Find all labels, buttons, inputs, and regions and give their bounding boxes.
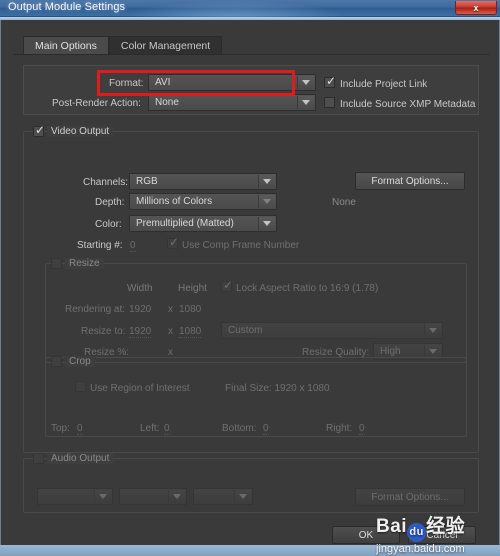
format-dropdown[interactable]: AVI: [148, 74, 316, 91]
rendering-at-label: Rendering at:: [65, 304, 126, 315]
resize-quality-value: High: [380, 346, 401, 357]
audio-format-options-label: Format Options...: [371, 491, 449, 503]
audio-output-group-label: Audio Output: [47, 453, 114, 464]
chevron-down-icon: [297, 96, 314, 109]
channels-dropdown[interactable]: RGB: [129, 173, 277, 190]
tab-main-options[interactable]: Main Options: [23, 36, 109, 55]
check-icon: ✓: [326, 74, 337, 88]
format-dropdown-value: AVI: [155, 77, 171, 88]
chevron-down-icon: [94, 490, 111, 503]
chevron-down-icon: [258, 217, 275, 230]
crop-left-value[interactable]: 0: [164, 423, 170, 435]
lock-aspect-ratio-label: Lock Aspect Ratio to 16:9 (1.78): [236, 283, 379, 294]
check-icon: ✓: [35, 123, 46, 137]
crop-top-label: Top:: [51, 423, 70, 434]
audio-rate-dropdown[interactable]: [37, 488, 113, 505]
resize-group-label: Resize: [65, 258, 104, 269]
close-button[interactable]: x: [455, 1, 497, 15]
output-module-settings-dialog: Main Options Color Management Format: AV…: [0, 20, 500, 545]
chevron-down-icon: [424, 324, 441, 337]
crop-bottom-value[interactable]: 0: [263, 423, 269, 435]
chevron-down-icon: [258, 195, 275, 208]
include-source-xmp-checkbox[interactable]: [324, 97, 335, 108]
audio-output-checkbox[interactable]: [33, 453, 44, 464]
use-region-of-interest-checkbox[interactable]: [75, 381, 86, 392]
resize-to-height[interactable]: 1080: [179, 326, 202, 338]
post-render-action-label: Post-Render Action:: [52, 98, 141, 109]
format-panel: Format: AVI Post-Render Action: None ✓ I…: [23, 65, 479, 115]
check-icon: ✓: [169, 235, 180, 249]
tab-main-options-label: Main Options: [35, 39, 97, 52]
cancel-button[interactable]: Cancel: [408, 526, 476, 544]
use-region-of-interest-label: Use Region of Interest: [90, 383, 190, 394]
close-icon: x: [473, 2, 479, 13]
check-icon: ✓: [223, 278, 234, 292]
lock-aspect-ratio-checkbox[interactable]: ✓: [221, 278, 234, 292]
aero-glow: [120, 0, 350, 17]
post-render-action-value: None: [155, 97, 179, 108]
rendering-at-height: 1080: [179, 304, 202, 315]
rendering-at-x: x: [168, 304, 173, 315]
audio-channels-dropdown[interactable]: [193, 488, 253, 505]
screenshot-root: Output Module Settings x Main Options Co…: [0, 0, 500, 556]
crop-top-value[interactable]: 0: [77, 423, 83, 435]
video-output-checkbox[interactable]: ✓: [33, 123, 46, 137]
color-label: Color:: [95, 219, 122, 230]
ok-button[interactable]: OK: [332, 526, 400, 544]
tab-underline: [13, 54, 489, 55]
chevron-down-icon: [234, 490, 251, 503]
tab-color-management-label: Color Management: [120, 39, 211, 52]
channels-label: Channels:: [83, 177, 129, 188]
ok-button-label: OK: [358, 529, 374, 541]
include-project-link-checkbox[interactable]: ✓: [324, 74, 337, 88]
chevron-down-icon: [258, 175, 275, 188]
channels-dropdown-value: RGB: [136, 176, 158, 187]
resize-width-header: Width: [127, 283, 153, 294]
video-format-options-status: None: [332, 197, 356, 208]
final-size-label: Final Size: 1920 x 1080: [225, 383, 330, 394]
tab-color-management[interactable]: Color Management: [108, 36, 223, 55]
crop-right-label: Right:: [326, 423, 353, 434]
cancel-button-label: Cancel: [426, 529, 458, 541]
audio-format-options-button[interactable]: Format Options...: [355, 488, 465, 506]
audio-depth-dropdown[interactable]: [119, 488, 187, 505]
color-dropdown-value: Premultiplied (Matted): [136, 218, 234, 229]
window-bottom-strip: [0, 545, 500, 556]
video-format-options-label: Format Options...: [371, 175, 449, 187]
use-comp-frame-number-label: Use Comp Frame Number: [182, 240, 300, 251]
resize-preset-value: Custom: [228, 325, 263, 336]
resize-to-label: Resize to:: [81, 326, 126, 337]
depth-dropdown[interactable]: Millions of Colors: [129, 193, 277, 210]
video-format-options-button[interactable]: Format Options...: [355, 172, 465, 190]
window-titlebar: Output Module Settings x: [0, 0, 500, 17]
include-source-xmp-label: Include Source XMP Metadata: [340, 99, 476, 110]
window-title: Output Module Settings: [8, 1, 126, 13]
crop-checkbox[interactable]: [51, 356, 62, 367]
starting-number-value[interactable]: 0: [130, 240, 136, 252]
format-label: Format:: [109, 78, 144, 89]
post-render-action-dropdown[interactable]: None: [148, 94, 316, 111]
use-comp-frame-number-checkbox[interactable]: ✓: [167, 235, 180, 249]
tab-bar: Main Options Color Management: [23, 36, 223, 55]
depth-label: Depth:: [95, 197, 125, 208]
include-project-link-label: Include Project Link: [340, 79, 428, 90]
starting-number-label: Starting #:: [77, 240, 123, 251]
rendering-at-width: 1920: [129, 304, 152, 315]
resize-checkbox[interactable]: [51, 258, 62, 269]
crop-right-value[interactable]: 0: [359, 423, 365, 435]
resize-preset-dropdown[interactable]: Custom: [221, 322, 443, 339]
crop-group-label: Crop: [65, 356, 95, 367]
resize-to-width[interactable]: 1920: [129, 326, 152, 338]
crop-bottom-label: Bottom:: [222, 423, 257, 434]
resize-to-x: x: [168, 326, 173, 337]
resize-height-header: Height: [178, 283, 207, 294]
depth-dropdown-value: Millions of Colors: [136, 196, 213, 207]
chevron-down-icon: [297, 76, 314, 89]
video-output-group-label: Video Output: [47, 126, 114, 137]
color-dropdown[interactable]: Premultiplied (Matted): [129, 215, 277, 232]
crop-left-label: Left:: [140, 423, 160, 434]
chevron-down-icon: [168, 490, 185, 503]
